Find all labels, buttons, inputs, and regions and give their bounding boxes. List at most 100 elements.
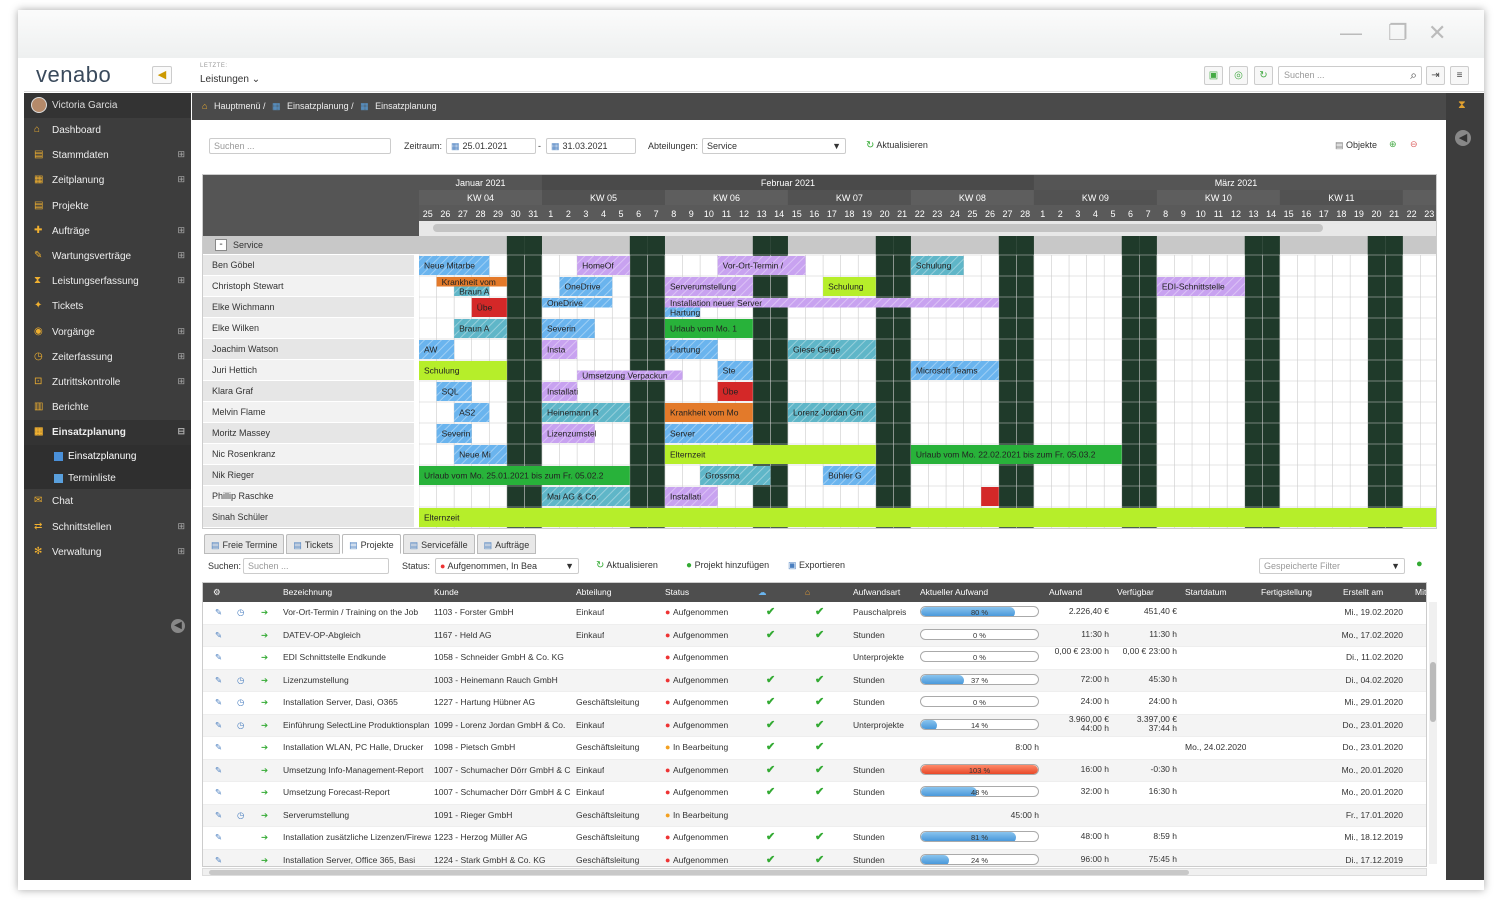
open-icon[interactable]: ➔ bbox=[261, 630, 268, 641]
sidebar-item-stammdaten[interactable]: ▤ Stammdaten ⊞ bbox=[24, 143, 191, 168]
proj-search-input[interactable]: Suchen ... bbox=[243, 558, 389, 574]
open-icon[interactable]: ➔ bbox=[261, 855, 268, 866]
edit-icon[interactable]: ✎ bbox=[215, 720, 222, 731]
sidebar-item-berichte[interactable]: ▥ Berichte bbox=[24, 395, 191, 420]
tab-tickets[interactable]: ▤ Tickets bbox=[286, 534, 341, 554]
column-icon[interactable]: ☁ bbox=[758, 587, 767, 598]
employee-row[interactable]: Nik Rieger bbox=[203, 465, 414, 486]
column-header[interactable]: Startdatum bbox=[1185, 587, 1227, 597]
settings-icon[interactable]: ⚙ bbox=[213, 587, 221, 598]
employee-row[interactable]: Moritz Massey bbox=[203, 423, 414, 444]
tab-servicefälle[interactable]: ▤ Servicefälle bbox=[402, 534, 475, 554]
status-select[interactable]: ● Aufgenommen, In Bea ▼ bbox=[435, 558, 579, 574]
open-icon[interactable]: ➔ bbox=[261, 675, 268, 686]
table-row[interactable]: ✎ ◷ ➔ Installation Server, Dasi, O365 1227 -… bbox=[203, 692, 1426, 715]
table-row[interactable]: ✎ ◷ ➔ Einführung SelectLine Produktionsplan… bbox=[203, 714, 1426, 737]
clock-icon[interactable]: ◷ bbox=[237, 675, 244, 686]
open-icon[interactable]: ➔ bbox=[261, 832, 268, 843]
date-from-input[interactable]: ▦ 25.01.2021 bbox=[446, 138, 536, 154]
horizontal-scrollbar[interactable] bbox=[202, 868, 1427, 876]
sidebar-item-tickets[interactable]: ✦ Tickets bbox=[24, 294, 191, 319]
table-row[interactable]: ✎ ◷ ➔ Serverumstellung 1091 - Rieger GmbH Ges… bbox=[203, 804, 1426, 827]
expand-icon[interactable]: ⊞ bbox=[177, 546, 185, 557]
sidebar-item-chat[interactable]: ✉ Chat bbox=[24, 489, 191, 514]
pin-icon[interactable]: ◀ bbox=[152, 66, 172, 84]
table-row[interactable]: ✎ ➔ Installation zusätzliche Lizenzen/Fire… bbox=[203, 827, 1426, 850]
expand-icon[interactable]: ⊞ bbox=[177, 376, 185, 387]
edit-icon[interactable]: ✎ bbox=[215, 675, 222, 686]
column-icon[interactable]: ⌂ bbox=[805, 587, 810, 597]
edit-icon[interactable]: ✎ bbox=[215, 607, 222, 618]
column-header[interactable]: Mitar bbox=[1415, 587, 1426, 597]
close-icon[interactable]: ✕ bbox=[1428, 22, 1446, 44]
sidebar-item-zeiterfassung[interactable]: ◷ Zeiterfassung ⊞ bbox=[24, 345, 191, 370]
table-row[interactable]: ✎ ➔ Umsetzung Forecast-Report 1007 - Schuma… bbox=[203, 782, 1426, 805]
expand-icon[interactable]: ⊞ bbox=[177, 275, 185, 286]
recent-dropdown[interactable]: Leistungen ⌄ bbox=[200, 74, 260, 85]
sidebar-item-schnittstellen[interactable]: ⇄ Schnittstellen ⊞ bbox=[24, 515, 191, 540]
tab-aufträge[interactable]: ▤ Aufträge bbox=[476, 534, 537, 554]
sidebar-collapse-icon[interactable]: ◀ bbox=[171, 619, 185, 633]
edit-icon[interactable]: ✎ bbox=[215, 765, 222, 776]
employee-row[interactable]: Sinah Schüler bbox=[203, 507, 414, 528]
table-row[interactable]: ✎ ➔ EDI Schnittstelle Endkunde 1058 - Schne… bbox=[203, 647, 1426, 670]
add-project-button[interactable]: ● Projekt hinzufügen bbox=[686, 560, 769, 571]
export-button[interactable]: ▣ Exportieren bbox=[788, 560, 845, 571]
column-header[interactable]: Bezeichnung bbox=[283, 587, 332, 597]
edit-icon[interactable]: ✎ bbox=[215, 810, 222, 821]
employee-row[interactable]: Klara Graf bbox=[203, 381, 414, 402]
open-icon[interactable]: ➔ bbox=[261, 607, 268, 618]
sidebar-item-wartungsverträge[interactable]: ✎ Wartungsverträge ⊞ bbox=[24, 244, 191, 269]
global-search-input[interactable]: Suchen ... ⌕ bbox=[1278, 66, 1422, 85]
expand-icon[interactable]: ⊞ bbox=[177, 351, 185, 362]
clock-icon[interactable]: ◷ bbox=[237, 810, 244, 821]
employee-row[interactable]: Elke Wilken bbox=[203, 318, 414, 339]
breadcrumb-item[interactable]: Hauptmenü / bbox=[214, 101, 266, 111]
expand-icon[interactable]: ⊞ bbox=[177, 174, 185, 185]
employee-row[interactable]: Christoph Stewart bbox=[203, 276, 414, 297]
table-row[interactable]: ✎ ➔ Installation Server, Office 365, Basi 1… bbox=[203, 849, 1426, 866]
expand-icon[interactable]: ⊞ bbox=[177, 250, 185, 261]
table-row[interactable]: ✎ ➔ DATEV-OP-Abgleich 1167 - Held AG Einkauf… bbox=[203, 624, 1426, 647]
expand-icon[interactable]: ⊞ bbox=[177, 326, 185, 337]
gantt-event[interactable] bbox=[419, 508, 1437, 527]
table-row[interactable]: ✎ ➔ Umsetzung Info-Management-Report 1007 -… bbox=[203, 759, 1426, 782]
clock-icon[interactable]: ◷ bbox=[237, 607, 244, 618]
hourglass-icon[interactable]: ⧗ bbox=[1458, 99, 1466, 112]
open-icon[interactable]: ➔ bbox=[261, 787, 268, 798]
sidebar-sub-terminliste[interactable]: Terminliste bbox=[24, 467, 191, 490]
column-header[interactable]: Verfügbar bbox=[1117, 587, 1154, 597]
search-icon[interactable]: ⌕ bbox=[1410, 68, 1417, 83]
maximize-icon[interactable]: ❐ bbox=[1388, 22, 1408, 44]
minimize-icon[interactable]: — bbox=[1340, 22, 1362, 44]
column-header[interactable]: Aktueller Aufwand bbox=[920, 587, 988, 597]
sidebar-item-verwaltung[interactable]: ✻ Verwaltung ⊞ bbox=[24, 540, 191, 565]
column-header[interactable]: Status bbox=[665, 587, 689, 597]
proj-refresh-button[interactable]: ↻ Aktualisieren bbox=[596, 560, 658, 571]
open-icon[interactable]: ➔ bbox=[261, 697, 268, 708]
sidebar-sub-einsatzplanung[interactable]: Einsatzplanung bbox=[24, 445, 191, 468]
table-row[interactable]: ✎ ➔ Installation WLAN, PC Halle, Drucker 10… bbox=[203, 737, 1426, 760]
vertical-scrollbar[interactable] bbox=[1429, 602, 1437, 864]
open-icon[interactable]: ➔ bbox=[261, 652, 268, 663]
planning-search-input[interactable]: Suchen ... bbox=[209, 138, 391, 154]
expand-icon[interactable]: ⊞ bbox=[177, 521, 185, 532]
clock-icon[interactable]: ◷ bbox=[237, 697, 244, 708]
table-row[interactable]: ✎ ◷ ➔ Lizenzumstellung 1003 - Heinemann Rauc… bbox=[203, 669, 1426, 692]
expand-icon[interactable]: ⊞ bbox=[177, 149, 185, 160]
employee-row[interactable]: Ben Göbel bbox=[203, 255, 414, 276]
employee-row[interactable]: Juri Hettich bbox=[203, 360, 414, 381]
column-header[interactable]: Fertigstellung bbox=[1261, 587, 1312, 597]
date-to-input[interactable]: ▦ 31.03.2021 bbox=[546, 138, 636, 154]
refresh-icon[interactable]: ↻ bbox=[1254, 66, 1273, 85]
column-header[interactable]: Aufwand bbox=[1049, 587, 1082, 597]
clock-icon[interactable]: ◷ bbox=[237, 720, 244, 731]
sidebar-item-leistungserfassung[interactable]: ⧗ Leistungserfassung ⊞ bbox=[24, 269, 191, 294]
edit-icon[interactable]: ✎ bbox=[215, 787, 222, 798]
column-header[interactable]: Erstellt am bbox=[1343, 587, 1383, 597]
group-row[interactable]: - Service bbox=[203, 236, 419, 254]
edit-icon[interactable]: ✎ bbox=[215, 832, 222, 843]
breadcrumb-item[interactable]: Einsatzplanung / bbox=[287, 101, 354, 111]
column-header[interactable]: Kunde bbox=[434, 587, 459, 597]
sidebar-item-projekte[interactable]: ▤ Projekte bbox=[24, 194, 191, 219]
